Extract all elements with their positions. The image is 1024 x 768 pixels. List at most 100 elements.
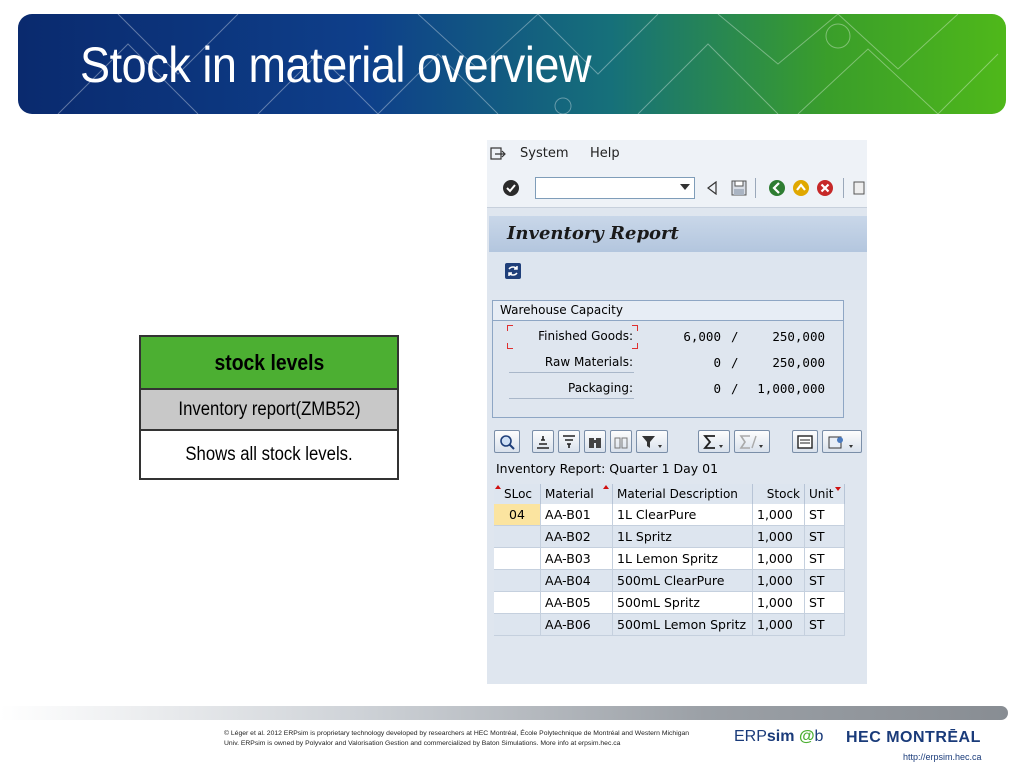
focus-corner xyxy=(632,343,638,349)
chevron-down-icon[interactable] xyxy=(680,184,690,190)
enter-check-icon[interactable] xyxy=(501,178,521,198)
grid-cell-material[interactable]: AA-B05 xyxy=(541,592,613,614)
find-button[interactable] xyxy=(584,430,606,453)
grid-cell-description[interactable]: 1L ClearPure xyxy=(613,504,753,526)
sap-window: System Help Inventory Report Warehouse C… xyxy=(487,140,867,684)
magnifier-icon xyxy=(500,434,515,450)
menu-exit-icon[interactable] xyxy=(489,146,507,162)
grid-cell-sloc[interactable] xyxy=(494,592,541,614)
grid-cell-sloc[interactable] xyxy=(494,614,541,636)
command-field[interactable] xyxy=(535,177,695,199)
grid-cell-description[interactable]: 1L Spritz xyxy=(613,526,753,548)
column-header-text: Unit xyxy=(809,487,834,501)
hec-montreal-logo: HEC MONTRĒAL xyxy=(846,729,981,746)
sort-indicator-icon xyxy=(603,485,609,489)
grid-cell-description[interactable]: 500mL ClearPure xyxy=(613,570,753,592)
capacity-current: 0 xyxy=(713,381,721,396)
legend-description-text: Shows all stock levels. xyxy=(185,443,353,465)
grid-cell-sloc[interactable] xyxy=(494,548,541,570)
capacity-separator: / xyxy=(731,355,739,370)
grid-cell-unit[interactable]: ST xyxy=(805,592,845,614)
grid-cell-material[interactable]: AA-B01 xyxy=(541,504,613,526)
capacity-separator: / xyxy=(731,329,739,344)
grid-cell-stock[interactable]: 1,000 xyxy=(753,504,805,526)
toolbar-separator xyxy=(755,178,756,198)
grid-cell-material[interactable]: AA-B06 xyxy=(541,614,613,636)
copyright-text: © Léger et al. 2012 ERPsim is proprietar… xyxy=(224,729,724,749)
capacity-separator: / xyxy=(731,381,739,396)
grid-cell-description[interactable]: 1L Lemon Spritz xyxy=(613,548,753,570)
column-header-text: Material xyxy=(545,487,594,501)
grid-cell-stock[interactable]: 1,000 xyxy=(753,614,805,636)
back-icon[interactable] xyxy=(767,178,787,198)
label-underline xyxy=(509,372,634,373)
grid-cell-unit[interactable]: ST xyxy=(805,526,845,548)
sort-indicator-icon xyxy=(495,485,501,489)
column-header-material[interactable]: Material xyxy=(541,484,613,504)
grid-cell-unit[interactable]: ST xyxy=(805,614,845,636)
grid-cell-material[interactable]: AA-B03 xyxy=(541,548,613,570)
refresh-icon[interactable] xyxy=(503,262,523,280)
sort-descending-button[interactable] xyxy=(558,430,580,453)
capacity-current: 6,000 xyxy=(683,329,721,344)
capacity-label: Finished Goods: xyxy=(538,329,633,343)
grid-cell-description[interactable]: 500mL Spritz xyxy=(613,592,753,614)
subtotal-button[interactable] xyxy=(734,430,770,453)
exit-icon[interactable] xyxy=(791,178,811,198)
sigma-icon xyxy=(703,434,723,449)
details-button[interactable] xyxy=(494,430,520,453)
title-banner: Stock in material overview xyxy=(18,14,1006,114)
sort-indicator-icon xyxy=(835,487,841,491)
sort-ascending-button[interactable] xyxy=(532,430,554,453)
print-preview-button[interactable] xyxy=(792,430,818,453)
grid-cell-stock[interactable]: 1,000 xyxy=(753,570,805,592)
menu-system[interactable]: System xyxy=(520,146,568,161)
menu-help[interactable]: Help xyxy=(590,146,620,161)
grid-cell-material[interactable]: AA-B02 xyxy=(541,526,613,548)
legend-description: Shows all stock levels. xyxy=(141,431,397,478)
legend-transaction: Inventory report(ZMB52) xyxy=(141,390,397,431)
legend-header: stock levels xyxy=(141,337,397,390)
grid-cell-unit[interactable]: ST xyxy=(805,570,845,592)
find-next-icon xyxy=(614,437,628,448)
grid-cell-sloc[interactable] xyxy=(494,526,541,548)
grid-cell-unit[interactable]: ST xyxy=(805,548,845,570)
grid-cell-unit[interactable]: ST xyxy=(805,504,845,526)
logo-sim: sim xyxy=(766,728,795,745)
subtotal-icon xyxy=(739,434,763,449)
grid-cell-stock[interactable]: 1,000 xyxy=(753,548,805,570)
stock-levels-table: stock levels Inventory report(ZMB52) Sho… xyxy=(139,335,399,480)
legend-transaction-text: Inventory report(ZMB52) xyxy=(177,398,361,420)
grid-cell-material[interactable]: AA-B04 xyxy=(541,570,613,592)
column-header-description[interactable]: Material Description xyxy=(613,484,753,504)
grid-cell-stock[interactable]: 1,000 xyxy=(753,592,805,614)
focus-corner xyxy=(507,343,513,349)
capacity-row-packaging: Packaging: 0 / 1,000,000 xyxy=(493,377,843,401)
total-button[interactable] xyxy=(698,430,730,453)
grid-cell-description[interactable]: 500mL Lemon Spritz xyxy=(613,614,753,636)
footer-url[interactable]: http://erpsim.hec.ca xyxy=(903,752,982,762)
save-icon[interactable] xyxy=(730,178,748,198)
grid-cell-sloc[interactable]: 04 xyxy=(494,504,541,526)
column-header-text: Stock xyxy=(766,487,800,501)
column-header-text: Material Description xyxy=(617,487,738,501)
column-header-text: SLoc xyxy=(504,487,533,501)
export-icon xyxy=(828,436,853,448)
grid-cell-sloc[interactable] xyxy=(494,570,541,592)
find-next-button[interactable] xyxy=(610,430,632,453)
logo-b: b xyxy=(814,728,824,745)
column-header-stock[interactable]: Stock xyxy=(753,484,805,504)
capacity-max: 250,000 xyxy=(772,329,825,344)
application-toolbar xyxy=(489,252,867,290)
print-icon[interactable] xyxy=(851,178,867,198)
print-preview-icon xyxy=(797,434,813,449)
export-button[interactable] xyxy=(822,430,862,453)
filter-button[interactable] xyxy=(636,430,668,453)
menu-bar: System Help xyxy=(487,140,867,168)
back-triangle-icon[interactable] xyxy=(705,179,719,197)
column-header-unit[interactable]: Unit xyxy=(805,484,845,504)
cancel-icon[interactable] xyxy=(815,178,835,198)
column-header-sloc[interactable]: SLoc xyxy=(494,484,541,504)
alv-toolbar xyxy=(492,428,867,456)
grid-cell-stock[interactable]: 1,000 xyxy=(753,526,805,548)
